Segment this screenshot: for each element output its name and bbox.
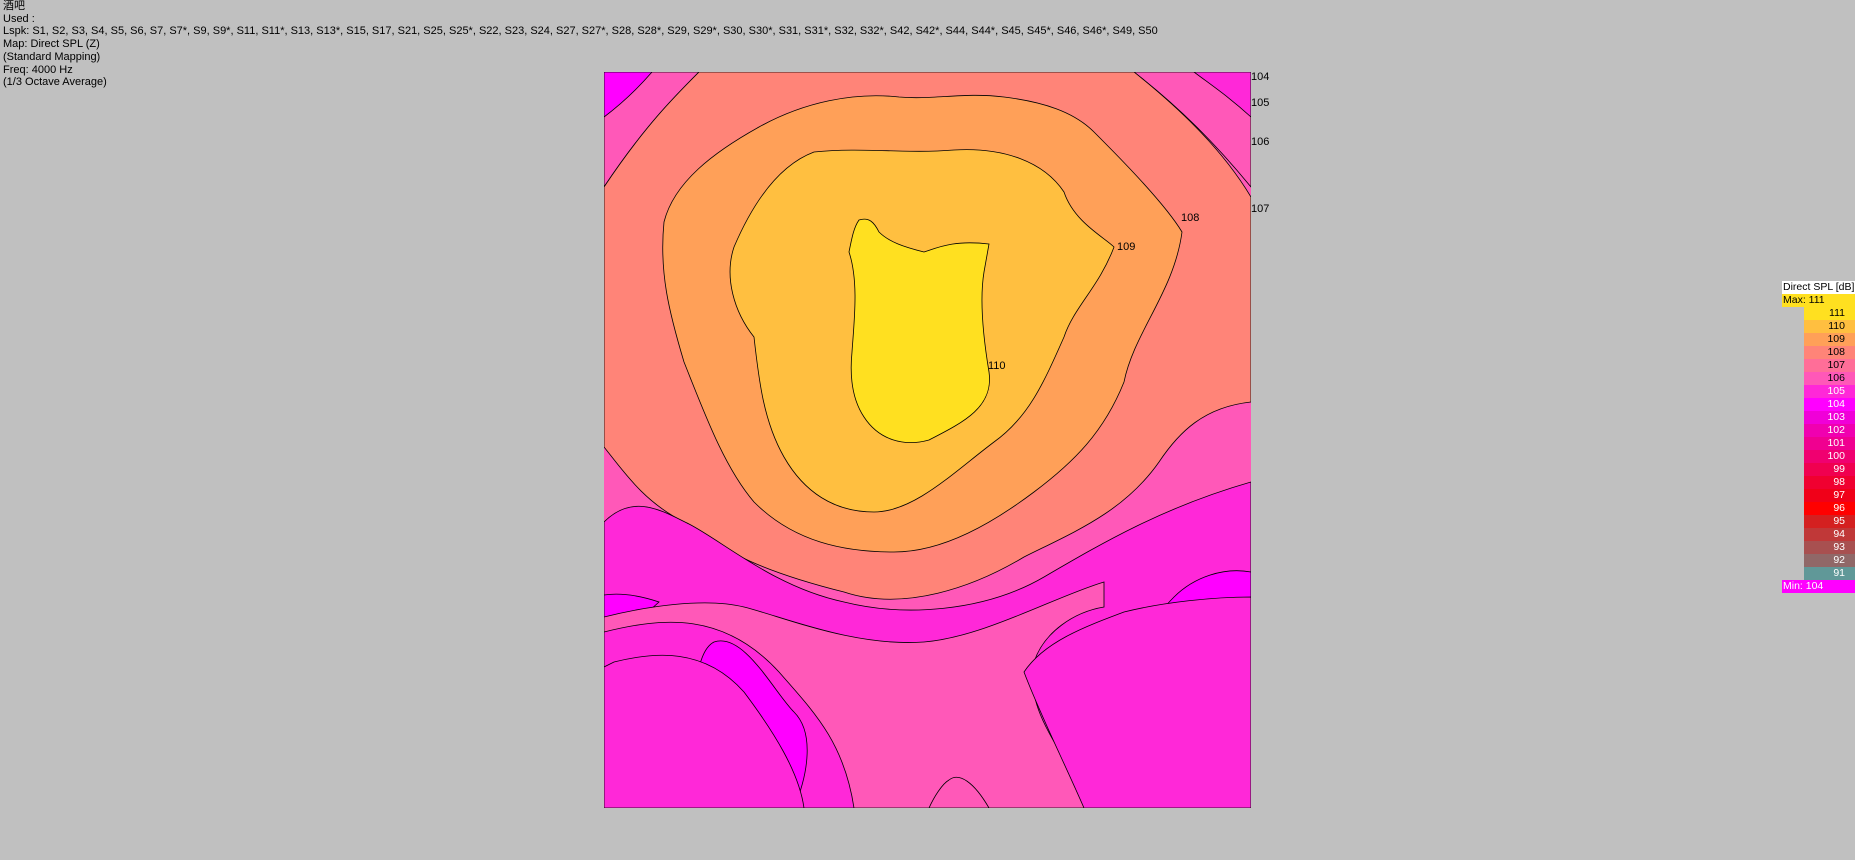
legend-min: Min: 104 [1782,580,1855,593]
legend-swatch [1804,554,1855,567]
legend-rows: 111 110 109 108 107 106 105 104 103 102 101 100 99 98… [1782,307,1855,580]
legend-value: 92 [1833,554,1845,566]
edge-label-107: 107 [1251,203,1270,215]
mapping-type: (Standard Mapping) [3,50,101,63]
legend-row: 111 [1782,307,1855,320]
legend-row: 107 [1782,359,1855,372]
legend-row: 98 [1782,476,1855,489]
legend-value: 109 [1827,333,1845,345]
legend-row: 110 [1782,320,1855,333]
legend-swatch [1804,476,1855,489]
edge-label-105: 105 [1251,97,1270,109]
legend-value: 91 [1833,567,1845,579]
legend-row: 96 [1782,502,1855,515]
legend-swatch [1804,567,1855,580]
legend-row: 94 [1782,528,1855,541]
contour-map-svg[interactable]: 108 109 110 [604,72,1251,808]
legend-row: 92 [1782,554,1855,567]
legend-value: 102 [1827,424,1845,436]
legend-value: 107 [1827,359,1845,371]
contour-label-110: 110 [988,360,1006,372]
legend-value: 100 [1827,450,1845,462]
legend-row: 93 [1782,541,1855,554]
legend-value: 98 [1833,476,1845,488]
legend-row: 109 [1782,333,1855,346]
edge-label-104: 104 [1251,71,1270,83]
legend-row: 105 [1782,385,1855,398]
legend-row: 104 [1782,398,1855,411]
project-title: 酒吧 [3,0,25,12]
spl-contour-map[interactable]: 108 109 110 [604,72,1251,808]
legend-title: Direct SPL [dB] [1782,281,1855,294]
contour-label-108: 108 [1181,212,1199,224]
legend-value: 96 [1833,502,1845,514]
map-type: Map: Direct SPL (Z) [3,38,100,51]
legend-row: 99 [1782,463,1855,476]
loudspeaker-list: Lspk: S1, S2, S3, S4, S5, S6, S7, S7*, S… [3,25,1158,38]
legend-value: 110 [1828,320,1845,332]
legend-value: 103 [1827,411,1845,423]
legend-row: 103 [1782,411,1855,424]
legend-row: 102 [1782,424,1855,437]
legend-row: 97 [1782,489,1855,502]
legend-swatch [1804,541,1855,554]
legend-row: 106 [1782,372,1855,385]
legend-value: 105 [1827,385,1845,397]
legend-value: 108 [1827,346,1845,358]
legend-row: 108 [1782,346,1855,359]
contour-label-109: 109 [1117,241,1135,253]
legend-value: 93 [1833,541,1845,553]
used-label: Used : [3,12,35,25]
legend-row: 101 [1782,437,1855,450]
legend-row: 91 [1782,567,1855,580]
legend-value: 99 [1833,463,1845,475]
legend-swatch [1804,502,1855,515]
edge-label-106: 106 [1251,136,1270,148]
legend-value: 94 [1833,528,1845,540]
legend-value: 101 [1827,437,1845,449]
legend-swatch [1804,463,1855,476]
legend-value: 95 [1833,515,1845,527]
band-110 [848,218,990,443]
legend-swatch [1804,515,1855,528]
legend-max: Max: 111 [1782,294,1855,307]
legend-row: 100 [1782,450,1855,463]
legend-value: 106 [1827,372,1845,384]
color-legend: Direct SPL [dB] Max: 111 111 110 109 108 107… [1782,281,1855,593]
legend-value: 97 [1833,489,1845,501]
legend-swatch [1804,528,1855,541]
legend-value: 104 [1827,398,1845,410]
legend-swatch [1804,489,1855,502]
legend-row: 95 [1782,515,1855,528]
legend-value: 111 [1829,307,1845,319]
